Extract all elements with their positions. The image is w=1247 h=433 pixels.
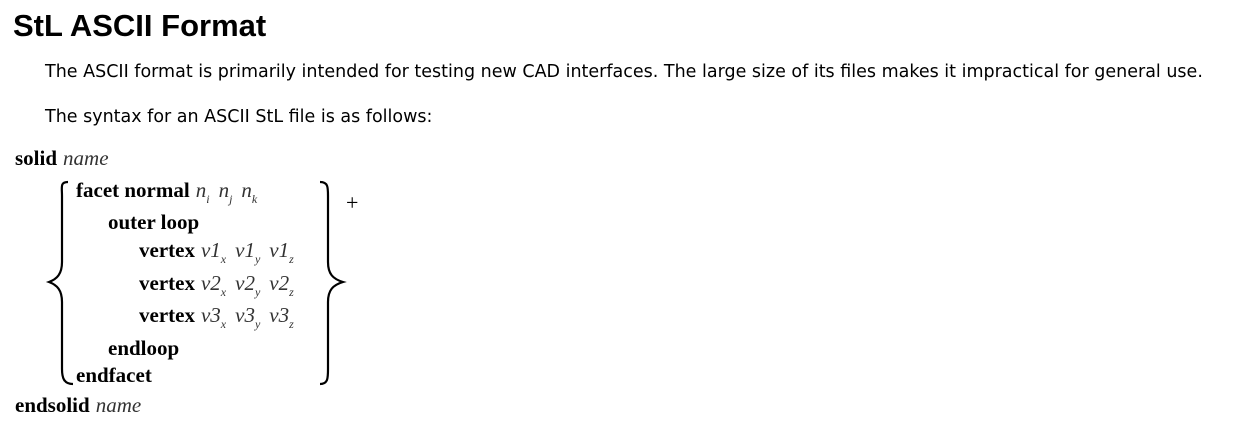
endfacet-keyword: endfacet <box>76 363 152 387</box>
endloop-keyword: endloop <box>108 336 180 360</box>
v1-y: v1y <box>235 238 261 266</box>
vertex-keyword: vertex <box>139 271 195 295</box>
v1-z: v1z <box>269 238 294 266</box>
stl-syntax-block: solid name facet normal ni nj nk + outer loo… <box>0 140 420 425</box>
normal-k: nk <box>241 178 258 206</box>
facet-normal-keyword: facet normal <box>76 178 190 202</box>
intro-paragraph: The ASCII format is primarily intended f… <box>45 62 1203 82</box>
repeat-plus-symbol: + <box>346 190 359 215</box>
endsolid-line: endsolid name <box>15 392 141 418</box>
vertex-line-1: vertex v1x v1y v1z <box>139 237 297 272</box>
vertex-keyword: vertex <box>139 303 195 327</box>
solid-line: solid name <box>15 145 109 171</box>
normal-i: ni <box>195 178 210 206</box>
v3-y: v3y <box>235 303 261 331</box>
vertex-line-3: vertex v3x v3y v3z <box>139 302 297 337</box>
v2-y: v2y <box>235 271 261 299</box>
normal-j: nj <box>218 178 233 206</box>
outer-loop-keyword: outer loop <box>108 210 200 234</box>
v3-x: v3x <box>200 303 227 331</box>
endsolid-name-placeholder: name <box>95 393 142 417</box>
vertex-keyword: vertex <box>139 238 195 262</box>
v2-x: v2x <box>200 271 227 299</box>
solid-name-placeholder: name <box>63 146 109 170</box>
endsolid-keyword: endsolid <box>15 393 90 417</box>
right-curly-brace <box>319 180 347 386</box>
v3-z: v3z <box>269 303 294 331</box>
vertex-line-2: vertex v2x v2y v2z <box>139 270 297 305</box>
v1-x: v1x <box>200 238 227 266</box>
v2-z: v2z <box>269 271 294 299</box>
syntax-intro-paragraph: The syntax for an ASCII StL file is as f… <box>45 107 433 127</box>
page-heading: StL ASCII Format <box>13 8 267 43</box>
left-curly-brace <box>45 180 74 386</box>
facet-normal-line: facet normal ni nj nk <box>76 177 260 212</box>
solid-keyword: solid <box>15 146 58 170</box>
